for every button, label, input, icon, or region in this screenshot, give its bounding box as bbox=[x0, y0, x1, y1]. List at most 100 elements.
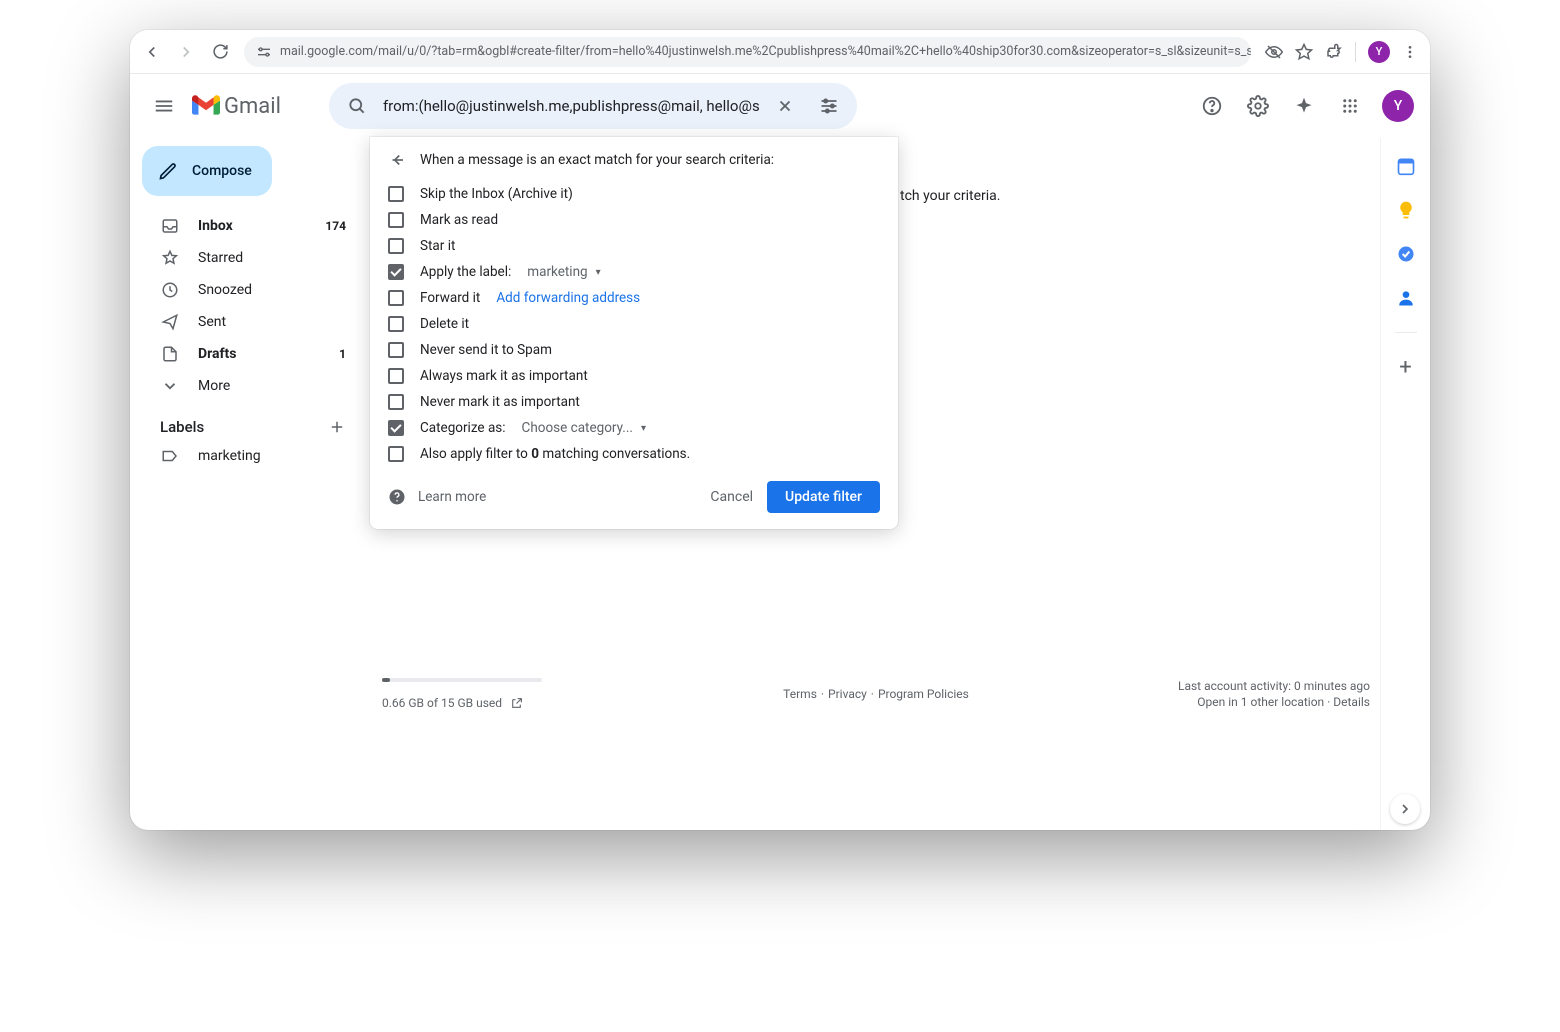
footer: 0.66 GB of 15 GB used Terms · Privacy · … bbox=[382, 678, 1370, 710]
gmail-logo-icon bbox=[192, 95, 220, 117]
filter-checkbox[interactable] bbox=[388, 368, 404, 384]
support-button[interactable] bbox=[1192, 86, 1232, 126]
update-filter-button[interactable]: Update filter bbox=[767, 481, 880, 513]
sidebar-item-starred[interactable]: Starred bbox=[138, 242, 362, 274]
footer-link-privacy[interactable]: Privacy bbox=[828, 687, 867, 701]
label-item-marketing[interactable]: marketing bbox=[138, 440, 362, 472]
filter-option-row: Categorize as:Choose category... bbox=[388, 415, 880, 441]
add-forwarding-link[interactable]: Add forwarding address bbox=[496, 290, 640, 306]
activity-location: Open in 1 other location · bbox=[1197, 695, 1333, 709]
filter-option-select[interactable]: marketing bbox=[527, 264, 600, 280]
create-filter-panel: When a message is an exact match for you… bbox=[370, 137, 898, 529]
sidebar-item-snoozed[interactable]: Snoozed bbox=[138, 274, 362, 306]
file-icon bbox=[160, 345, 180, 363]
sidebar-item-drafts[interactable]: Drafts 1 bbox=[138, 338, 362, 370]
browser-forward-button[interactable] bbox=[176, 42, 196, 62]
compose-button[interactable]: Compose bbox=[142, 146, 272, 196]
filter-checkbox[interactable] bbox=[388, 446, 404, 462]
star-icon[interactable] bbox=[1295, 43, 1313, 61]
add-label-button[interactable] bbox=[328, 418, 346, 436]
sidebar-item-more[interactable]: More bbox=[138, 370, 362, 402]
browser-toolbar: mail.google.com/mail/u/0/?tab=rm&ogbl#cr… bbox=[130, 30, 1430, 74]
filter-option-row: Delete it bbox=[388, 311, 880, 337]
filter-checkbox[interactable] bbox=[388, 238, 404, 254]
learn-more-link[interactable]: Learn more bbox=[388, 488, 486, 506]
separator bbox=[1395, 332, 1417, 333]
search-options-button[interactable] bbox=[811, 88, 847, 124]
sidebar-item-label: Drafts bbox=[198, 346, 236, 362]
gmail-logo-text: Gmail bbox=[224, 94, 281, 119]
sidebar-item-inbox[interactable]: Inbox 174 bbox=[138, 210, 362, 242]
filter-checkbox[interactable] bbox=[388, 420, 404, 436]
gmail-logo[interactable]: Gmail bbox=[192, 94, 281, 119]
filter-option-row: Apply the label:marketing bbox=[388, 259, 880, 285]
filter-option-label: Never mark it as important bbox=[420, 394, 580, 410]
account-avatar[interactable]: Y bbox=[1382, 90, 1414, 122]
separator bbox=[1355, 42, 1356, 62]
clear-search-button[interactable] bbox=[767, 88, 803, 124]
browser-reload-button[interactable] bbox=[210, 42, 230, 62]
filter-option-label: Delete it bbox=[420, 316, 469, 332]
sidebar-item-label: Snoozed bbox=[198, 282, 252, 298]
filter-option-select[interactable]: Choose category... bbox=[522, 420, 646, 436]
search-box bbox=[329, 83, 857, 129]
filter-checkbox[interactable] bbox=[388, 186, 404, 202]
storage-bar bbox=[382, 678, 542, 682]
filter-option-label: Always mark it as important bbox=[420, 368, 588, 384]
cancel-button[interactable]: Cancel bbox=[696, 481, 767, 513]
keep-icon[interactable] bbox=[1396, 200, 1416, 220]
footer-link-program-policies[interactable]: Program Policies bbox=[878, 687, 969, 701]
tasks-icon[interactable] bbox=[1396, 244, 1416, 264]
collapse-side-panel-button[interactable] bbox=[1390, 794, 1420, 824]
filter-checkbox[interactable] bbox=[388, 264, 404, 280]
filter-checkbox[interactable] bbox=[388, 212, 404, 228]
filter-checkbox[interactable] bbox=[388, 342, 404, 358]
filter-option-label: Star it bbox=[420, 238, 455, 254]
site-settings-icon[interactable] bbox=[256, 44, 272, 60]
footer-link-terms[interactable]: Terms bbox=[783, 687, 817, 701]
open-storage-icon[interactable] bbox=[510, 697, 523, 710]
settings-button[interactable] bbox=[1238, 86, 1278, 126]
gmail-header: Gmail bbox=[130, 74, 1430, 138]
help-icon bbox=[388, 488, 406, 506]
eye-icon[interactable] bbox=[1265, 43, 1283, 61]
extensions-icon[interactable] bbox=[1325, 43, 1343, 61]
filter-option-row: Forward it Add forwarding address bbox=[388, 285, 880, 311]
browser-back-button[interactable] bbox=[142, 42, 162, 62]
filter-option-label: Forward it bbox=[420, 290, 480, 306]
addons-button[interactable]: + bbox=[1396, 357, 1416, 377]
search-input[interactable] bbox=[383, 97, 759, 115]
sidebar-item-count: 174 bbox=[325, 219, 346, 233]
filter-checkbox[interactable] bbox=[388, 290, 404, 306]
filter-checkbox[interactable] bbox=[388, 316, 404, 332]
filter-option-label: Mark as read bbox=[420, 212, 498, 228]
clock-icon bbox=[160, 281, 180, 299]
filter-option-row: Mark as read bbox=[388, 207, 880, 233]
filter-option-row: Never send it to Spam bbox=[388, 337, 880, 363]
label-icon bbox=[160, 447, 180, 465]
calendar-icon[interactable] bbox=[1396, 156, 1416, 176]
filter-back-button[interactable] bbox=[388, 151, 406, 169]
sidebar-item-sent[interactable]: Sent bbox=[138, 306, 362, 338]
filter-option-label: Never send it to Spam bbox=[420, 342, 552, 358]
browser-menu-icon[interactable] bbox=[1402, 44, 1418, 60]
details-link[interactable]: Details bbox=[1333, 695, 1370, 709]
sidebar-item-label: Sent bbox=[198, 314, 226, 330]
search-icon[interactable] bbox=[339, 88, 375, 124]
browser-profile-avatar[interactable]: Y bbox=[1368, 41, 1390, 63]
sparkle-button[interactable] bbox=[1284, 86, 1324, 126]
apps-button[interactable] bbox=[1330, 86, 1370, 126]
browser-url-bar[interactable]: mail.google.com/mail/u/0/?tab=rm&ogbl#cr… bbox=[244, 37, 1251, 67]
send-icon bbox=[160, 313, 180, 331]
inbox-icon bbox=[160, 217, 180, 235]
main-menu-button[interactable] bbox=[144, 86, 184, 126]
contacts-icon[interactable] bbox=[1396, 288, 1416, 308]
filter-checkbox[interactable] bbox=[388, 394, 404, 410]
pencil-icon bbox=[158, 161, 178, 181]
more-icon bbox=[160, 377, 180, 395]
filter-option-row: Never mark it as important bbox=[388, 389, 880, 415]
filter-option-row: Star it bbox=[388, 233, 880, 259]
filter-option-row: Also apply filter to 0 matching conversa… bbox=[388, 441, 880, 467]
sidebar-item-count: 1 bbox=[339, 347, 346, 361]
side-panel: + bbox=[1380, 138, 1430, 830]
